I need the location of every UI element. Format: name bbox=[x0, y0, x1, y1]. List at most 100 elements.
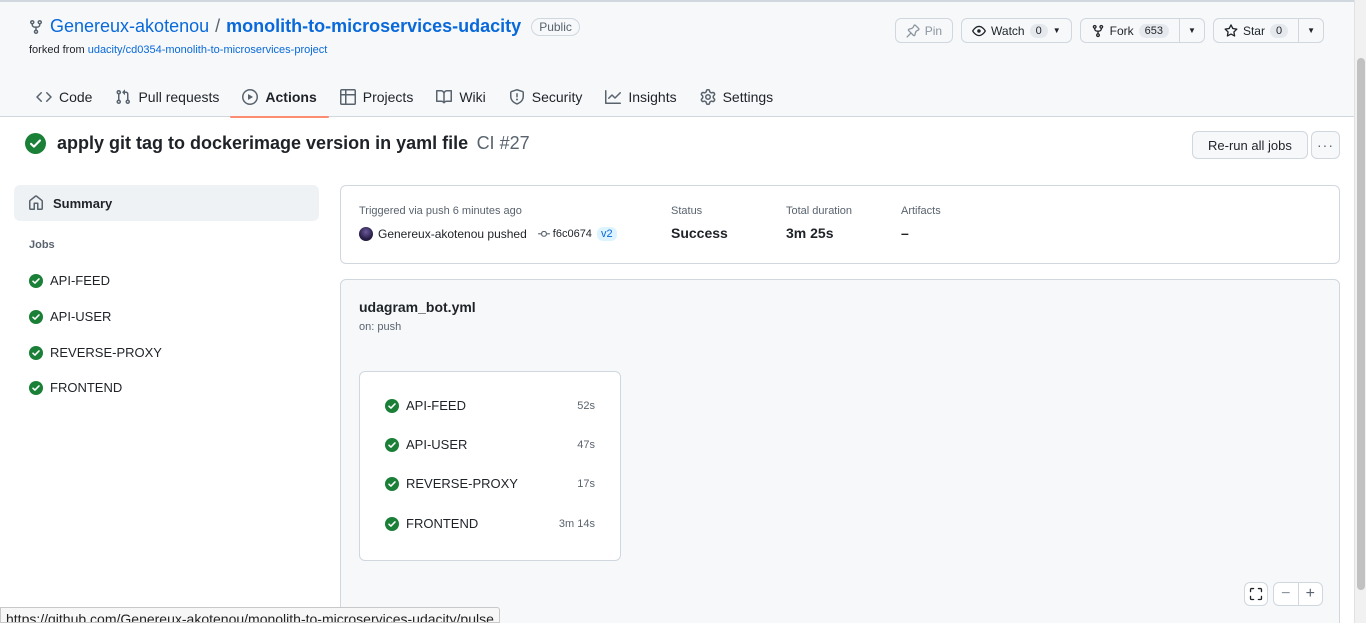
fork-count: 653 bbox=[1138, 23, 1170, 38]
graph-job-name: API-USER bbox=[406, 437, 468, 452]
repo-owner-link[interactable]: Genereux-akotenou bbox=[50, 16, 209, 37]
fullscreen-button[interactable] bbox=[1244, 582, 1268, 606]
graph-job-api-user[interactable]: API-USER 47s bbox=[385, 437, 595, 452]
page-scrollbar[interactable] bbox=[1354, 0, 1366, 623]
repo-actions: Pin Watch 0 ▼ Fork 653 ▼ Star 0 ▼ bbox=[894, 18, 1324, 43]
tab-projects-label: Projects bbox=[362, 89, 414, 105]
pin-button[interactable]: Pin bbox=[894, 18, 954, 43]
caret-down-icon: ▼ bbox=[1307, 26, 1315, 35]
check-circle-fill-icon bbox=[385, 398, 399, 413]
fork-button-group: Fork 653 ▼ bbox=[1079, 18, 1205, 43]
sidebar-job-api-feed[interactable]: API-FEED bbox=[29, 273, 110, 288]
star-button[interactable]: Star 0 bbox=[1214, 19, 1298, 42]
sidebar-job-api-user[interactable]: API-USER bbox=[29, 309, 111, 324]
watch-label: Watch bbox=[991, 23, 1025, 38]
caret-down-icon: ▼ bbox=[1052, 26, 1061, 35]
check-circle-fill-icon bbox=[29, 380, 43, 395]
zoom-in-button[interactable]: + bbox=[1297, 583, 1323, 605]
tab-wiki-label: Wiki bbox=[459, 89, 486, 105]
pin-icon bbox=[906, 23, 920, 38]
artifacts-label: Artifacts bbox=[901, 205, 941, 217]
star-dropdown[interactable]: ▼ bbox=[1298, 19, 1323, 42]
tab-insights[interactable]: Insights bbox=[597, 78, 684, 116]
repo-nav: Code Pull requests Actions Projects Wiki… bbox=[28, 78, 781, 118]
graph-job-duration: 52s bbox=[577, 399, 595, 412]
eye-icon bbox=[972, 25, 986, 36]
job-group: API-FEED 52s API-USER 47s REVERSE-PROXY … bbox=[359, 371, 621, 561]
sidebar-job-reverse-proxy[interactable]: REVERSE-PROXY bbox=[29, 345, 162, 360]
repo-title: Genereux-akotenou / monolith-to-microser… bbox=[28, 16, 580, 37]
fork-label: Fork bbox=[1109, 23, 1134, 38]
visibility-badge: Public bbox=[531, 17, 580, 36]
link-status-url: https://github.com/Genereux-akotenou/mon… bbox=[0, 607, 500, 623]
forked-prefix: forked from bbox=[29, 44, 85, 56]
run-summary-card: Triggered via push 6 minutes ago Genereu… bbox=[340, 185, 1340, 264]
graph-job-api-feed[interactable]: API-FEED 52s bbox=[385, 398, 595, 413]
pin-label: Pin bbox=[924, 23, 943, 38]
forked-from-link[interactable]: udacity/cd0354-monolith-to-microservices… bbox=[88, 44, 328, 56]
actor-text: Genereux-akotenou pushed bbox=[378, 227, 527, 241]
fork-button[interactable]: Fork 653 bbox=[1081, 19, 1179, 42]
star-count: 0 bbox=[1269, 23, 1289, 38]
screen-full-icon bbox=[1249, 587, 1263, 601]
more-options-button[interactable]: ··· bbox=[1311, 131, 1340, 159]
avatar[interactable] bbox=[359, 227, 373, 241]
sidebar-jobs-heading: Jobs bbox=[29, 239, 55, 251]
graph-job-duration: 3m 14s bbox=[558, 517, 595, 530]
forked-from: forked from udacity/cd0354-monolith-to-m… bbox=[29, 44, 327, 56]
check-circle-fill-icon bbox=[385, 476, 399, 491]
rerun-all-jobs-button[interactable]: Re-run all jobs bbox=[1192, 131, 1308, 159]
sidebar-job-label: API-FEED bbox=[50, 273, 110, 288]
tab-actions[interactable]: Actions bbox=[230, 78, 330, 118]
book-icon bbox=[436, 89, 453, 104]
graph-job-reverse-proxy[interactable]: REVERSE-PROXY 17s bbox=[385, 476, 595, 491]
scrollbar-thumb[interactable] bbox=[1357, 58, 1365, 590]
repo-name-link[interactable]: monolith-to-microservices-udacity bbox=[226, 16, 521, 37]
home-icon bbox=[29, 195, 43, 210]
graph-job-duration: 17s bbox=[577, 477, 595, 490]
repo-header: Genereux-akotenou / monolith-to-microser… bbox=[0, 2, 1354, 118]
workflow-graph: udagram_bot.yml on: push API-FEED 52s AP… bbox=[340, 279, 1340, 623]
tab-pull-requests[interactable]: Pull requests bbox=[107, 78, 227, 116]
tab-settings[interactable]: Settings bbox=[692, 78, 782, 116]
tab-security-label: Security bbox=[531, 89, 583, 105]
sidebar-item-summary[interactable]: Summary bbox=[14, 185, 319, 221]
commit-sha: f6c0674 bbox=[552, 228, 592, 240]
workflow-trigger: on: push bbox=[359, 321, 402, 333]
tab-wiki[interactable]: Wiki bbox=[428, 78, 493, 116]
graph-job-duration: 47s bbox=[577, 438, 595, 451]
check-circle-fill-icon bbox=[385, 516, 399, 531]
tab-security[interactable]: Security bbox=[501, 78, 591, 116]
graph-job-frontend[interactable]: FRONTEND 3m 14s bbox=[385, 516, 595, 531]
tab-insights-label: Insights bbox=[628, 89, 677, 105]
commit-link[interactable]: f6c0674 bbox=[537, 228, 592, 240]
tab-pull-requests-label: Pull requests bbox=[138, 89, 220, 105]
run-title-text: apply git tag to dockerimage version in … bbox=[57, 133, 469, 153]
check-circle-fill-icon bbox=[29, 273, 43, 288]
play-icon bbox=[242, 89, 259, 105]
tag-badge[interactable]: v2 bbox=[596, 227, 617, 241]
check-circle-fill-icon bbox=[25, 133, 46, 154]
status-label: Status bbox=[671, 205, 703, 217]
sidebar-job-frontend[interactable]: FRONTEND bbox=[29, 380, 122, 395]
watch-button[interactable]: Watch 0 ▼ bbox=[961, 18, 1072, 43]
duration-label: Total duration bbox=[786, 205, 853, 217]
tab-code[interactable]: Code bbox=[28, 78, 100, 116]
duration-value: 3m 25s bbox=[786, 225, 834, 241]
zoom-out-button[interactable]: − bbox=[1274, 583, 1298, 605]
workflow-file-name: udagram_bot.yml bbox=[359, 299, 476, 315]
graph-job-name: API-FEED bbox=[406, 398, 466, 413]
shield-icon bbox=[509, 89, 524, 105]
run-title: apply git tag to dockerimage version in … bbox=[57, 133, 530, 154]
git-pull-request-icon bbox=[116, 89, 131, 105]
watch-count: 0 bbox=[1029, 23, 1048, 38]
star-button-group: Star 0 ▼ bbox=[1212, 18, 1324, 43]
table-icon bbox=[339, 89, 356, 105]
sidebar-summary-label: Summary bbox=[53, 195, 113, 211]
tab-projects[interactable]: Projects bbox=[332, 78, 422, 116]
fork-dropdown[interactable]: ▼ bbox=[1179, 19, 1204, 42]
zoom-controls: − + bbox=[1273, 582, 1323, 606]
repo-forked-icon bbox=[1092, 24, 1103, 37]
run-workflow-ref: CI #27 bbox=[476, 133, 530, 153]
sidebar-job-label: API-USER bbox=[50, 309, 112, 324]
